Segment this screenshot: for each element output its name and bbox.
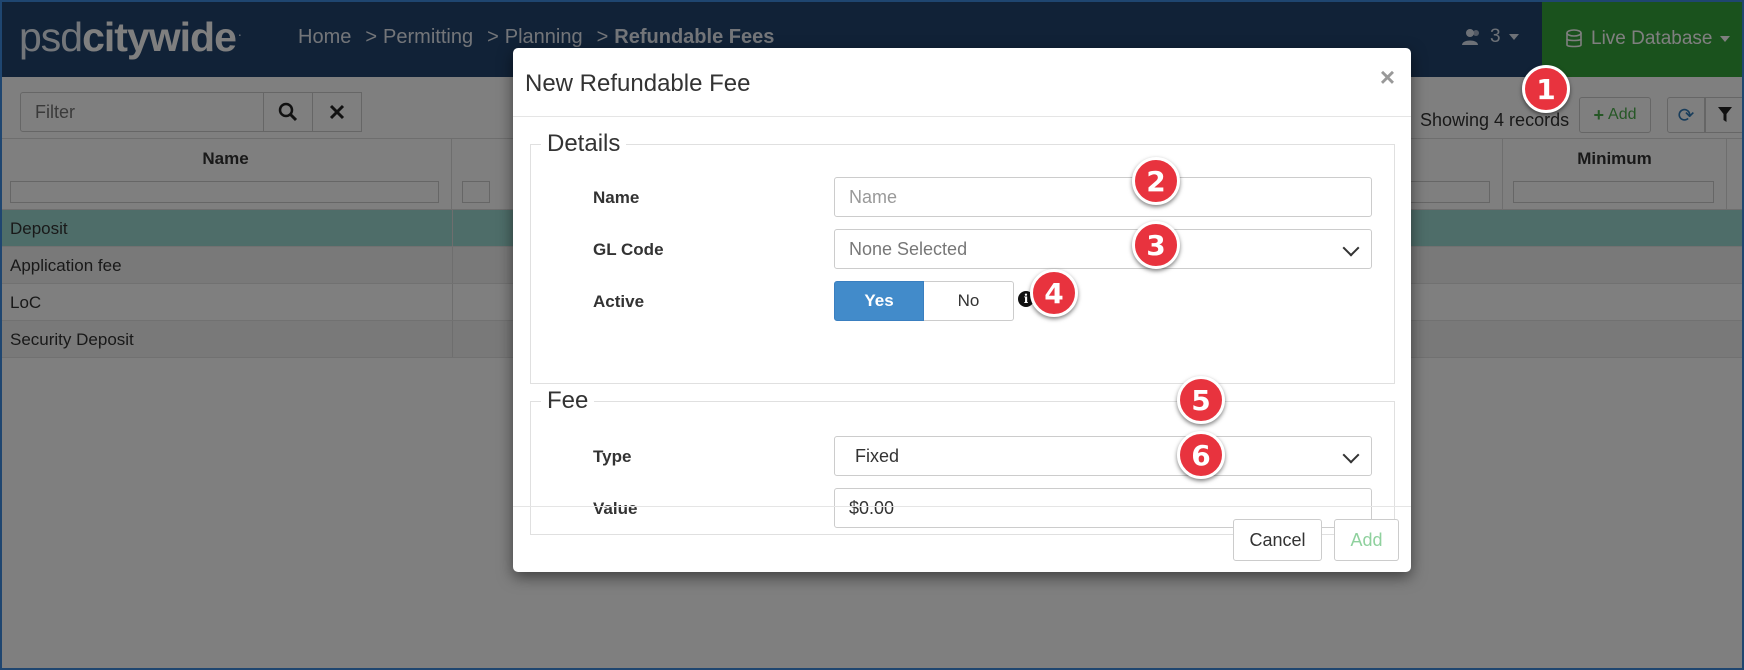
active-label: Active [593,292,645,311]
details-fieldset: Details Name Name GL Code None Selected … [530,130,1395,384]
chevron-down-icon [1342,239,1360,257]
callout-badge-6: 6 [1177,431,1225,479]
value-label: Value [593,499,638,518]
divider [513,116,1411,117]
gl-code-label: GL Code [593,240,664,259]
active-toggle: Yes No [834,281,1014,321]
dialog-add-button[interactable]: Add [1334,519,1399,561]
callout-badge-2: 2 [1132,157,1180,205]
callout-badge-1: 1 [1522,65,1570,113]
gl-code-value: None Selected [849,238,968,259]
divider [513,506,1411,507]
close-icon: × [1379,62,1395,92]
details-legend: Details [547,130,621,157]
cancel-button[interactable]: Cancel [1233,519,1322,561]
chevron-down-icon [1342,446,1360,464]
type-label: Type [593,447,632,466]
new-refundable-fee-dialog: New Refundable Fee × Details Name Name G… [513,48,1411,572]
gl-code-select[interactable]: None Selected [834,229,1372,269]
close-button[interactable]: × [1380,62,1395,93]
name-label: Name [593,188,640,207]
active-no-button[interactable]: No [924,281,1014,321]
type-value: Fixed [855,445,900,466]
callout-badge-4: 4 [1030,269,1078,317]
callout-badge-5: 5 [1177,376,1225,424]
callout-badge-3: 3 [1132,221,1180,269]
dialog-title: New Refundable Fee [525,70,751,97]
fee-fieldset: Fee Type Fixed Value $0.00 [530,387,1395,535]
fee-legend: Fee [547,387,589,414]
name-input[interactable]: Name [834,177,1372,217]
type-select[interactable]: Fixed [834,436,1372,476]
active-yes-button[interactable]: Yes [834,281,924,321]
